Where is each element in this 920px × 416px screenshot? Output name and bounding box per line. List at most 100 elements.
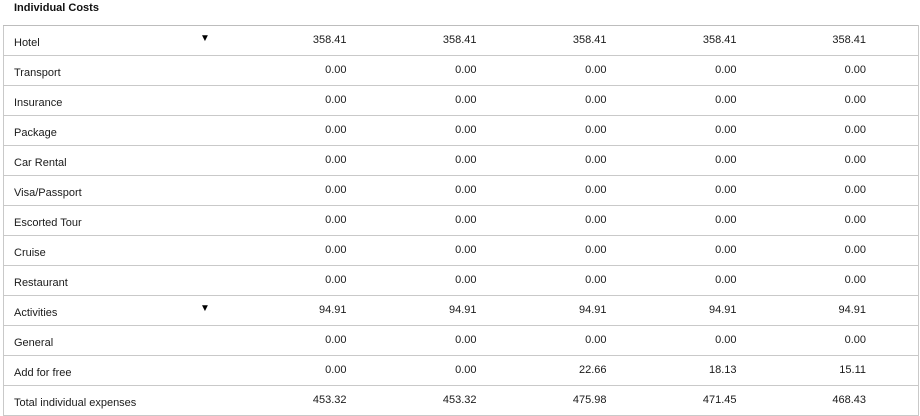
cost-value: 0.00: [715, 154, 737, 166]
value-cell: 0.00: [476, 115, 607, 146]
row-label: Package: [14, 127, 57, 139]
row-label-cell: Cruise: [3, 235, 234, 266]
table-row: Transport 0.00 0.00 0.00 0.00 0.00: [3, 55, 919, 86]
row-label: Add for free: [14, 367, 72, 379]
cost-value: 94.91: [318, 304, 347, 316]
value-cell: 15.11: [736, 355, 919, 386]
row-label: Hotel: [14, 37, 40, 49]
row-label: Insurance: [14, 97, 63, 109]
value-cell: 0.00: [606, 145, 737, 176]
table-row: Add for free 0.00 0.00 22.66 18.13 15.11: [3, 355, 919, 386]
value-cell: 0.00: [346, 145, 477, 176]
row-label: Activities: [14, 307, 58, 319]
value-cell: 22.66: [476, 355, 607, 386]
row-label-cell: Car Rental: [3, 145, 234, 176]
cost-value: 0.00: [844, 154, 866, 166]
cost-value: 0.00: [844, 184, 866, 196]
cost-value: 0.00: [325, 184, 347, 196]
value-cell: 0.00: [476, 145, 607, 176]
cost-value: 358.41: [442, 34, 477, 46]
value-cell: 0.00: [606, 325, 737, 356]
row-label-cell: General: [3, 325, 234, 356]
cost-value: 0.00: [455, 364, 477, 376]
value-cell: 0.00: [606, 85, 737, 116]
value-cell: 0.00: [346, 55, 477, 86]
cost-value: 0.00: [325, 364, 347, 376]
value-cell: 0.00: [233, 355, 347, 386]
row-label: Escorted Tour: [14, 217, 82, 229]
cost-value: 0.00: [455, 244, 477, 256]
table-row: Total individual expenses 453.32 453.32 475…: [3, 385, 919, 416]
cost-value: 0.00: [844, 94, 866, 106]
value-cell: 0.00: [233, 145, 347, 176]
value-cell: 0.00: [736, 235, 919, 266]
row-label-cell: Insurance: [3, 85, 234, 116]
value-cell: 0.00: [233, 265, 347, 296]
row-label-cell: Transport: [3, 55, 234, 86]
cost-value: 15.11: [839, 364, 866, 376]
cost-value: 0.00: [715, 184, 737, 196]
cost-value: 0.00: [455, 64, 477, 76]
value-cell: 358.41: [736, 25, 919, 56]
cost-value: 0.00: [844, 64, 866, 76]
cost-value: 0.00: [325, 244, 347, 256]
row-label: Car Rental: [14, 157, 67, 169]
value-cell: 358.41: [606, 25, 737, 56]
row-label: Transport: [14, 67, 61, 79]
cost-value: 0.00: [325, 274, 347, 286]
cost-value: 471.45: [702, 394, 737, 406]
value-cell: 358.41: [346, 25, 477, 56]
caret-down-icon[interactable]: ▼: [200, 304, 210, 314]
cost-value: 94.91: [708, 304, 737, 316]
cost-value: 0.00: [715, 64, 737, 76]
value-cell: 358.41: [476, 25, 607, 56]
row-label: Restaurant: [14, 277, 68, 289]
value-cell: 0.00: [233, 175, 347, 206]
cost-value: 358.41: [832, 34, 866, 46]
cost-value: 0.00: [325, 94, 347, 106]
value-cell: 94.91: [233, 295, 347, 326]
table-row: Escorted Tour 0.00 0.00 0.00 0.00 0.00: [3, 205, 919, 236]
cost-value: 0.00: [715, 274, 737, 286]
value-cell: 0.00: [736, 85, 919, 116]
value-cell: 0.00: [233, 55, 347, 86]
value-cell: 0.00: [736, 55, 919, 86]
value-cell: 94.91: [346, 295, 477, 326]
value-cell: 18.13: [606, 355, 737, 386]
cost-value: 0.00: [325, 154, 347, 166]
value-cell: 0.00: [346, 355, 477, 386]
cost-value: 0.00: [585, 214, 607, 226]
value-cell: 475.98: [476, 385, 607, 416]
table-row: Car Rental 0.00 0.00 0.00 0.00 0.00: [3, 145, 919, 176]
value-cell: 358.41: [233, 25, 347, 56]
cost-value: 0.00: [585, 64, 607, 76]
value-cell: 0.00: [346, 235, 477, 266]
cost-value: 0.00: [585, 244, 607, 256]
cost-value: 0.00: [844, 244, 866, 256]
cost-value: 0.00: [715, 124, 737, 136]
cost-value: 0.00: [844, 124, 866, 136]
table-row: General 0.00 0.00 0.00 0.00 0.00: [3, 325, 919, 356]
caret-down-icon[interactable]: ▼: [200, 34, 210, 44]
cost-value: 0.00: [844, 334, 866, 346]
value-cell: 0.00: [346, 325, 477, 356]
table-row: Insurance 0.00 0.00 0.00 0.00 0.00: [3, 85, 919, 116]
row-label: Visa/Passport: [14, 187, 82, 199]
cost-value: 0.00: [715, 334, 737, 346]
value-cell: 94.91: [606, 295, 737, 326]
cost-value: 475.98: [572, 394, 607, 406]
row-label-cell: Visa/Passport: [3, 175, 234, 206]
costs-table-body: Hotel ▼ 358.41 358.41 358.41 358.41 358.41 Tran…: [3, 25, 919, 416]
cost-value: 468.43: [832, 394, 866, 406]
cost-value: 0.00: [455, 184, 477, 196]
section-title: Individual Costs: [14, 2, 99, 14]
cost-value: 94.91: [578, 304, 607, 316]
value-cell: 0.00: [346, 115, 477, 146]
value-cell: 0.00: [233, 115, 347, 146]
cost-value: 0.00: [325, 124, 347, 136]
cost-value: 94.91: [838, 304, 866, 316]
value-cell: 0.00: [233, 325, 347, 356]
cost-value: 0.00: [715, 214, 737, 226]
value-cell: 0.00: [233, 85, 347, 116]
row-label-cell: Add for free: [3, 355, 234, 386]
